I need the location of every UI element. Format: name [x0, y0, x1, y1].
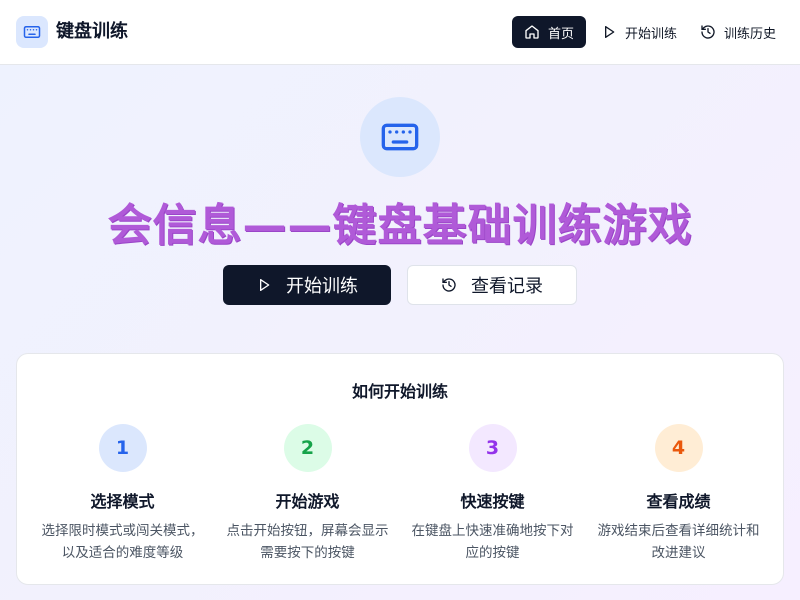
home-icon: [525, 25, 539, 39]
play-icon: [260, 279, 270, 291]
step-number-badge: 1: [98, 424, 147, 472]
start-training-button[interactable]: 开始训练: [223, 265, 391, 305]
view-records-label: 查看记录: [471, 276, 543, 297]
step-item: 2 开始游戏 点击开始按钮，屏幕会显示需要按下的按键: [215, 424, 400, 564]
nav-history-label: 训练历史: [724, 26, 777, 42]
nav-start-label: 开始训练: [625, 26, 678, 42]
nav-start-button[interactable]: 开始训练: [589, 16, 689, 48]
step-item: 1 选择模式 选择限时模式或闯关模式，以及适合的难度等级: [30, 424, 215, 564]
step-description: 选择限时模式或闯关模式，以及适合的难度等级: [41, 523, 204, 561]
step-description: 在键盘上快速准确地按下对应的按键: [411, 523, 574, 561]
app-title: 键盘训练: [56, 21, 128, 42]
step-number-badge: 2: [283, 424, 332, 472]
step-number-badge: 3: [468, 424, 517, 472]
step-title: 快速按键: [460, 492, 525, 511]
history-icon: [442, 278, 456, 292]
step-item: 4 查看成绩 游戏结束后查看详细统计和改进建议: [586, 424, 771, 564]
history-icon: [701, 25, 715, 39]
howto-title: 如何开始训练: [351, 382, 448, 401]
step-description: 点击开始按钮，屏幕会显示需要按下的按键: [226, 523, 389, 561]
view-records-button[interactable]: 查看记录: [407, 265, 577, 305]
start-training-label: 开始训练: [286, 276, 358, 297]
top-nav-bar: 键盘训练 首页 开始训练 训练历史: [0, 0, 800, 65]
step-title: 查看成绩: [646, 492, 711, 511]
step-item: 3 快速按键 在键盘上快速准确地按下对应的按键: [400, 424, 585, 564]
step-number-badge: 4: [654, 424, 703, 472]
keyboard-icon: [381, 123, 419, 151]
step-title: 开始游戏: [275, 492, 340, 511]
nav-history-button[interactable]: 训练历史: [688, 16, 788, 48]
nav-home-button[interactable]: 首页: [512, 16, 587, 48]
nav-home-label: 首页: [548, 26, 575, 42]
howto-card: 如何开始训练 1 选择模式 选择限时模式或闯关模式，以及适合的难度等级 2 开始…: [16, 353, 784, 585]
keyboard-icon: [23, 26, 41, 38]
step-description: 游戏结束后查看详细统计和改进建议: [597, 523, 760, 561]
play-icon: [605, 26, 615, 38]
hero-title: 会信息——键盘基础训练游戏: [107, 200, 693, 251]
hero-icon-circle: [360, 97, 440, 177]
step-title: 选择模式: [90, 492, 155, 511]
app-logo[interactable]: [16, 16, 48, 48]
